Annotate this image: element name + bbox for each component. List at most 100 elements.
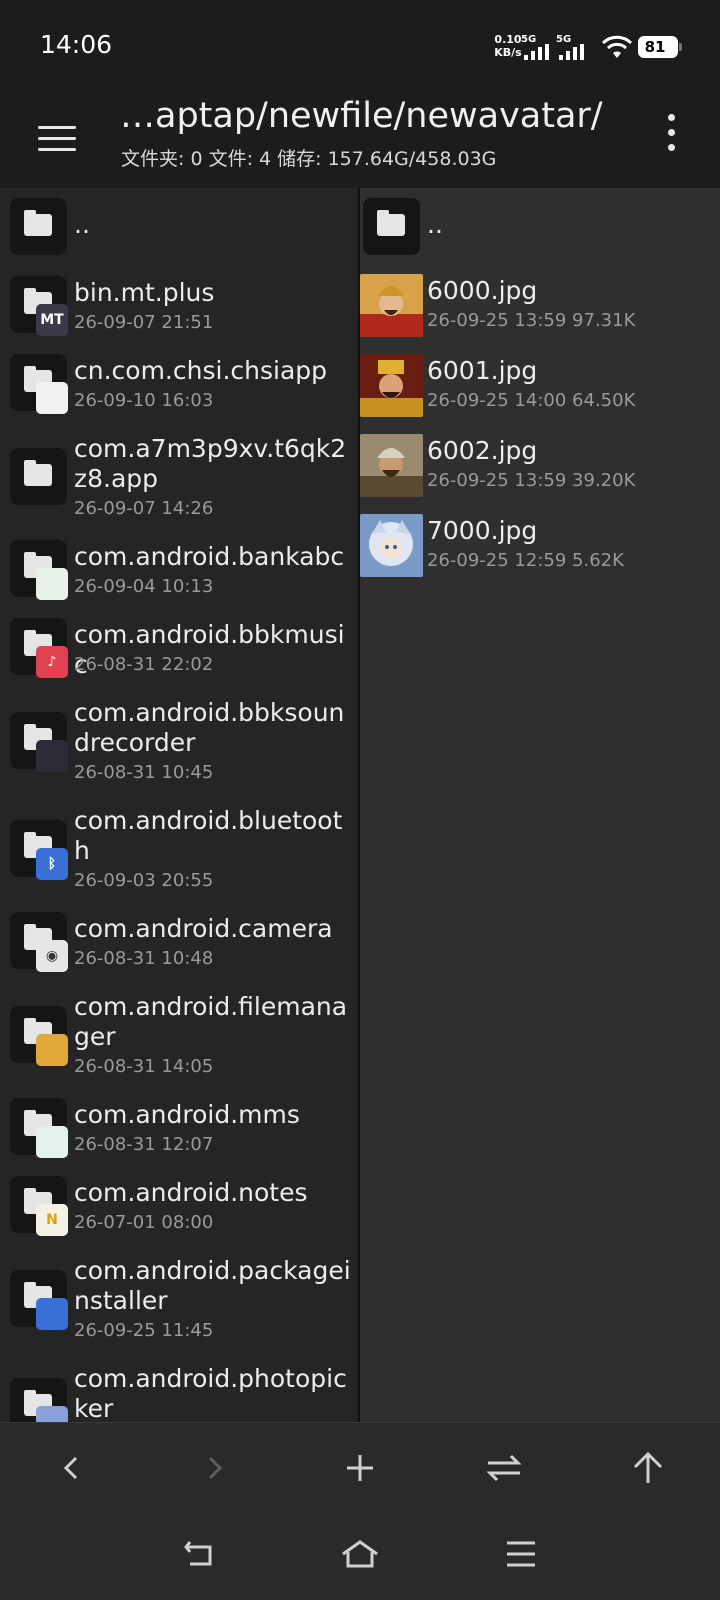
file-name: 7000.jpg xyxy=(427,516,538,545)
file-row[interactable]: 6001.jpg 26-09-25 14:00 64.50K xyxy=(360,354,720,420)
folder-row[interactable]: MT bin.mt.plus 26-09-07 21:51 xyxy=(0,276,358,342)
folder-date: 26-09-07 14:26 xyxy=(74,498,214,519)
chsi-bird-icon xyxy=(36,382,68,414)
nav-home-icon[interactable] xyxy=(335,1532,385,1576)
folder-date: 26-08-31 10:45 xyxy=(74,762,214,783)
folder-date: 26-09-04 10:13 xyxy=(74,576,214,597)
notes-icon: N xyxy=(36,1204,68,1236)
network-speed: 0.10 KB/s xyxy=(491,33,525,59)
image-thumbnail xyxy=(360,514,423,577)
parent-directory-label: .. xyxy=(427,210,443,239)
folder-row[interactable]: com.android.mms 26-08-31 12:07 xyxy=(0,1098,358,1164)
battery-level: 81 xyxy=(644,38,666,56)
up-arrow-icon[interactable] xyxy=(623,1443,673,1493)
folder-name: com.android.notes xyxy=(74,1178,308,1207)
network-speed-unit: KB/s xyxy=(494,46,522,59)
folder-icon: ◉ xyxy=(10,912,68,972)
folder-name: com.a7m3p9xv.t6qk2z8.app xyxy=(74,434,347,493)
file-manager-icon xyxy=(36,1034,68,1066)
nav-back-icon[interactable] xyxy=(175,1532,225,1576)
file-meta: 26-09-25 12:59 5.62K xyxy=(427,550,624,571)
folder-row[interactable]: com.a7m3p9xv.t6qk2z8.app 26-09-07 14:26 xyxy=(0,432,358,528)
folder-icon xyxy=(10,354,68,414)
folder-name: com.android.mms xyxy=(74,1100,300,1129)
folder-date: 26-07-01 08:00 xyxy=(74,1212,214,1233)
folder-icon: ᛒ xyxy=(10,820,68,880)
folder-row[interactable]: ᛒ com.android.bluetooth 26-09-03 20:55 xyxy=(0,804,358,900)
music-icon: ♪ xyxy=(36,646,68,678)
swap-icon[interactable] xyxy=(479,1443,529,1493)
forward-arrow-icon[interactable] xyxy=(189,1443,239,1493)
system-nav-bar xyxy=(0,1514,720,1600)
right-file-pane[interactable]: .. 6000.jpg 26-09-25 13:59 97.31K 6001.j… xyxy=(360,188,720,1422)
folder-icon xyxy=(10,1378,68,1422)
recorder-icon xyxy=(36,740,68,772)
signal-sim2-icon: 5G xyxy=(556,34,586,60)
folder-row[interactable]: com.android.bankabc 26-09-04 10:13 xyxy=(0,540,358,606)
folder-row[interactable]: ◉ com.android.camera 26-08-31 10:48 xyxy=(0,912,358,978)
image-thumbnail xyxy=(360,354,423,417)
left-file-pane[interactable]: .. MT bin.mt.plus 26-09-07 21:51 cn.com.chs… xyxy=(0,188,358,1422)
folder-icon xyxy=(10,448,67,505)
folder-icon xyxy=(10,712,68,772)
status-time: 14:06 xyxy=(40,30,113,59)
file-name: 6001.jpg xyxy=(427,356,538,385)
folder-date: 26-09-10 16:03 xyxy=(74,390,214,411)
action-bar xyxy=(0,1422,720,1514)
folder-row[interactable]: com.android.photopicker xyxy=(0,1362,358,1422)
bluetooth-icon: ᛒ xyxy=(36,848,68,880)
folder-row[interactable]: com.android.bbksoundrecorder 26-08-31 10:… xyxy=(0,696,358,792)
folder-date: 26-08-31 14:05 xyxy=(74,1056,214,1077)
file-name: 6000.jpg xyxy=(427,276,538,305)
file-date: 26-09-25 13:59 xyxy=(427,310,567,331)
file-size: 5.62K xyxy=(572,550,624,571)
file-size: 97.31K xyxy=(572,310,636,331)
folder-name: bin.mt.plus xyxy=(74,278,215,307)
file-row[interactable]: 7000.jpg 26-09-25 12:59 5.62K xyxy=(360,514,720,580)
folder-name: com.android.bbksoundrecorder xyxy=(74,698,345,757)
current-path[interactable]: …aptap/newfile/newavatar/ xyxy=(120,96,610,136)
hamburger-menu-button[interactable] xyxy=(30,112,82,164)
folder-date: 26-08-31 10:48 xyxy=(74,948,214,969)
file-date: 26-09-25 12:59 xyxy=(427,550,567,571)
folder-icon xyxy=(10,1006,68,1066)
folder-icon xyxy=(10,1098,68,1158)
folder-icon: ♪ xyxy=(10,618,68,678)
folder-row[interactable]: ♪ com.android.bbkmusic 26-08-31 22:02 xyxy=(0,618,358,684)
network-speed-value: 0.10 xyxy=(494,33,522,46)
parent-directory-label: .. xyxy=(74,210,90,239)
folder-row[interactable]: Ncom.android.notes 26-07-01 08:00 xyxy=(0,1176,358,1242)
back-arrow-icon[interactable] xyxy=(47,1443,97,1493)
folder-name: com.android.camera xyxy=(74,914,333,943)
folder-row[interactable]: com.android.filemanager 26-08-31 14:05 xyxy=(0,990,358,1086)
folder-date: 26-09-25 11:45 xyxy=(74,1320,214,1341)
file-date: 26-09-25 13:59 xyxy=(427,470,567,491)
parent-directory-row[interactable]: .. xyxy=(360,198,720,260)
folder-date: 26-09-07 21:51 xyxy=(74,312,214,333)
image-thumbnail xyxy=(360,274,423,337)
folder-name: com.android.bankabc xyxy=(74,542,345,571)
parent-directory-row[interactable]: .. xyxy=(0,198,358,260)
nav-menu-icon[interactable] xyxy=(496,1532,546,1576)
file-row[interactable]: 6002.jpg 26-09-25 13:59 39.20K xyxy=(360,434,720,500)
file-row[interactable]: 6000.jpg 26-09-25 13:59 97.31K xyxy=(360,274,720,340)
folder-icon xyxy=(10,540,68,600)
folder-date: 26-08-31 12:07 xyxy=(74,1134,214,1155)
file-meta: 26-09-25 13:59 39.20K xyxy=(427,470,635,491)
folder-name: com.android.filemanager xyxy=(74,992,348,1051)
folder-date: 26-09-03 20:55 xyxy=(74,870,214,891)
folder-icon: N xyxy=(10,1176,68,1236)
mt-manager-icon: MT xyxy=(36,304,68,336)
folder-row[interactable]: com.android.packageinstaller 26-09-25 11:… xyxy=(0,1254,358,1350)
more-options-button[interactable] xyxy=(656,112,686,156)
file-name: 6002.jpg xyxy=(427,436,538,465)
file-meta: 26-09-25 14:00 64.50K xyxy=(427,390,635,411)
folder-name: com.android.packageinstaller xyxy=(74,1256,351,1315)
photo-picker-icon xyxy=(36,1406,68,1422)
battery-icon: 81 xyxy=(638,36,682,58)
plus-icon[interactable] xyxy=(335,1443,385,1493)
toolbar: …aptap/newfile/newavatar/ 文件夹: 0 文件: 4 储… xyxy=(0,92,720,188)
folder-row[interactable]: cn.com.chsi.chsiapp 26-09-10 16:03 xyxy=(0,354,358,420)
folder-name: cn.com.chsi.chsiapp xyxy=(74,356,328,385)
folder-name: com.android.bluetooth xyxy=(74,806,343,865)
